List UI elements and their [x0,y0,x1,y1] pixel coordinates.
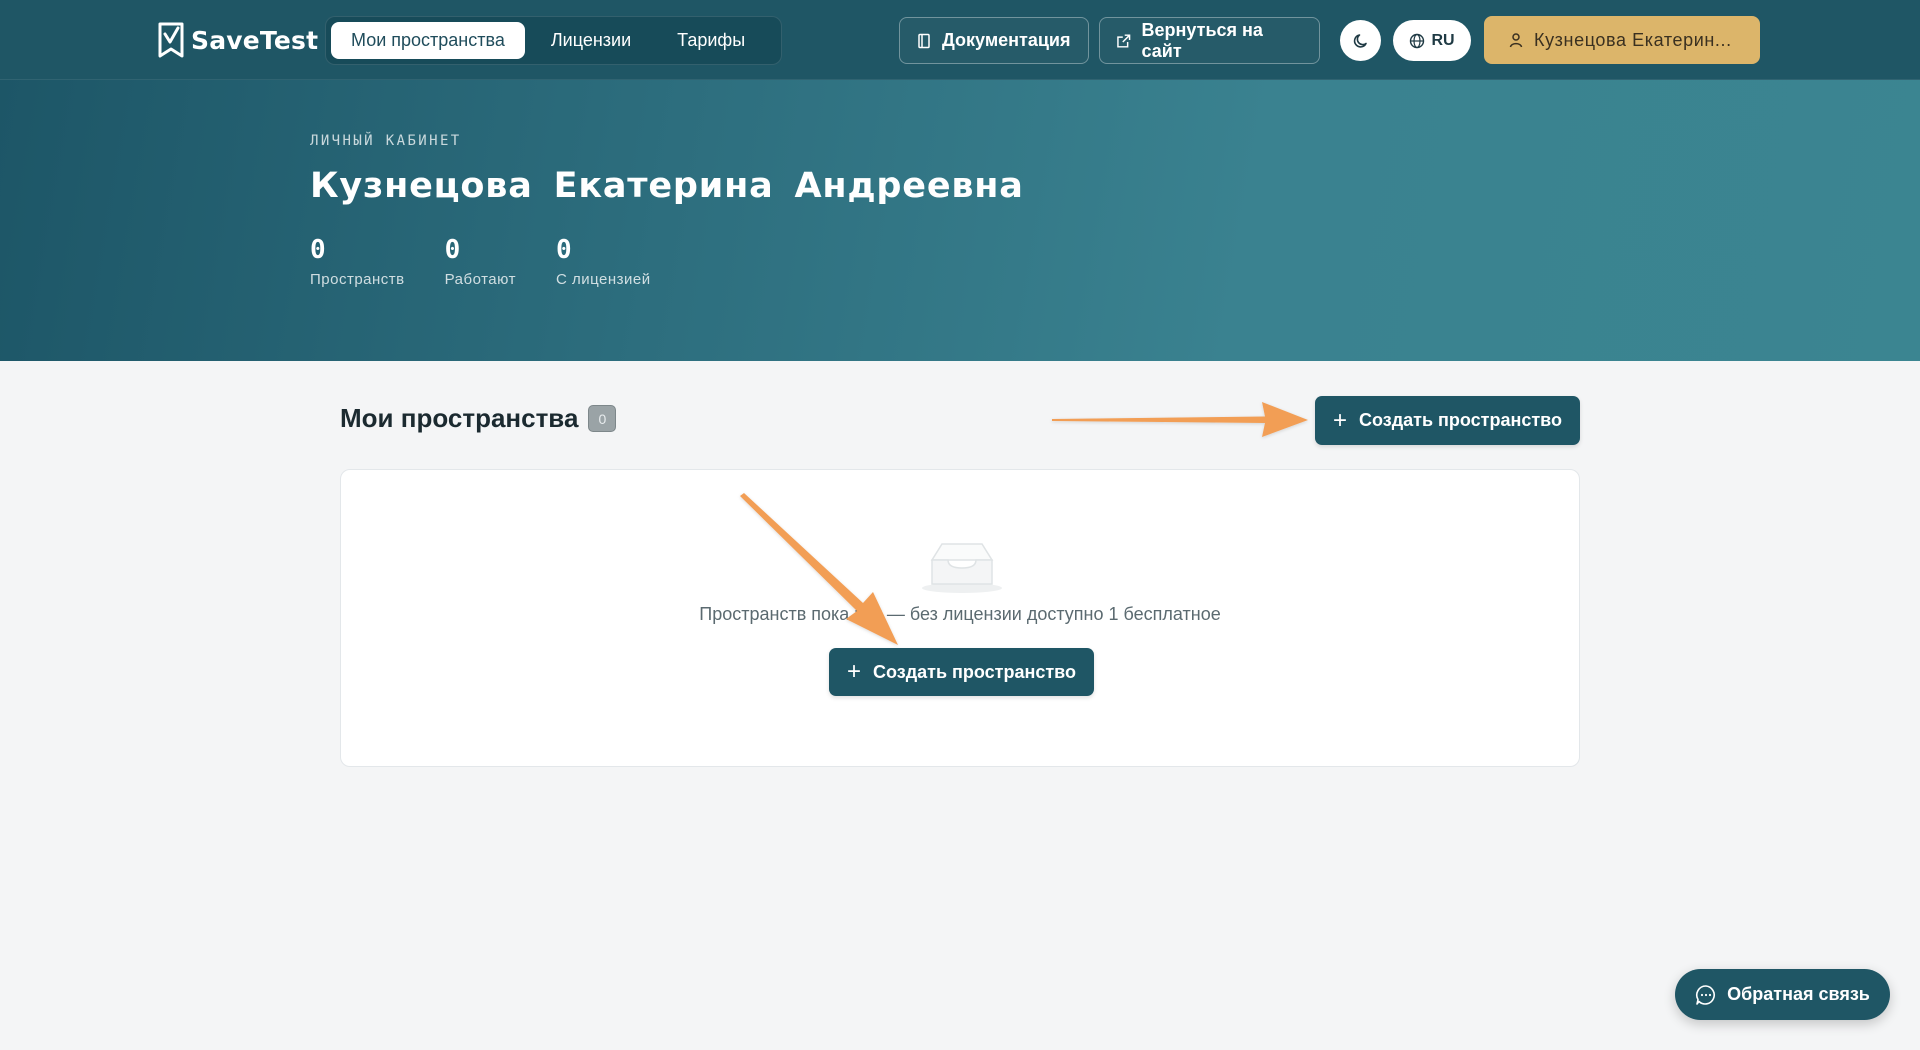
create-space-button-empty[interactable]: + Создать пространство [829,648,1094,696]
top-bar: SaveTest Мои пространства Лицензии Тариф… [0,0,1920,80]
user-icon [1509,33,1523,48]
plus-icon: + [1332,406,1347,434]
book-icon [918,33,930,48]
profile-name: Кузнецова Екатерина Андреевна [310,166,1024,206]
create-space-label: Создать пространство [873,661,1077,682]
tab-licenses[interactable]: Лицензии [531,22,651,59]
theme-toggle-button[interactable] [1340,20,1381,61]
tab-pricing[interactable]: Тарифы [657,22,765,59]
external-link-icon [1117,33,1131,48]
stat-spaces: 0 Пространств [310,235,405,288]
back-to-site-label: Вернуться на сайт [1141,19,1263,61]
documentation-button[interactable]: Документация [899,17,1089,64]
tab-my-spaces[interactable]: Мои пространства [331,22,525,59]
stats-row: 0 Пространств 0 Работают 0 С лицензией [310,235,651,288]
feedback-button[interactable]: Обратная связь [1675,969,1890,1020]
documentation-label: Документация [942,30,1071,50]
annotation-arrow-right [1052,402,1308,437]
main-nav: Мои пространства Лицензии Тарифы [325,16,782,65]
chat-icon [1696,984,1716,1005]
user-menu-button[interactable]: Кузнецова Екатерин... [1484,16,1760,64]
language-label: RU [1431,31,1455,49]
inbox-icon [922,543,1002,593]
stat-label: С лицензией [555,271,651,288]
profile-hero: ЛИЧНЫЙ КАБИНЕТ Кузнецова Екатерина Андре… [0,80,1920,361]
logo-icon [158,22,184,58]
stat-licensed: 0 С лицензией [556,235,651,288]
stat-label: Работают [444,271,516,288]
empty-state-text: Пространств пока нет — без лицензии дост… [699,604,1221,624]
stat-value: 0 [310,235,326,265]
create-space-label: Создать пространство [1359,410,1563,430]
globe-icon [1410,33,1425,48]
language-button[interactable]: RU [1393,20,1471,61]
create-space-button[interactable]: + Создать пространство [1315,396,1580,445]
plus-icon: + [846,658,861,685]
hero-kicker: ЛИЧНЫЙ КАБИНЕТ [310,133,462,149]
moon-icon [1353,33,1367,48]
count-badge: 0 [588,405,617,432]
stat-value: 0 [555,235,572,265]
back-to-site-button[interactable]: Вернуться на сайт [1099,17,1320,64]
feedback-label: Обратная связь [1727,984,1870,1004]
stat-label: Пространств [310,271,405,288]
user-name-label: Кузнецова Екатерин... [1534,29,1732,50]
logo[interactable]: SaveTest [157,20,318,60]
stat-running: 0 Работают [445,235,516,288]
empty-state-card: Пространств пока нет — без лицензии дост… [340,469,1580,767]
stat-value: 0 [444,235,461,265]
section-header: Мои пространства 0 [340,403,617,434]
logo-text: SaveTest [191,25,319,55]
section-title: Мои пространства [340,403,579,433]
